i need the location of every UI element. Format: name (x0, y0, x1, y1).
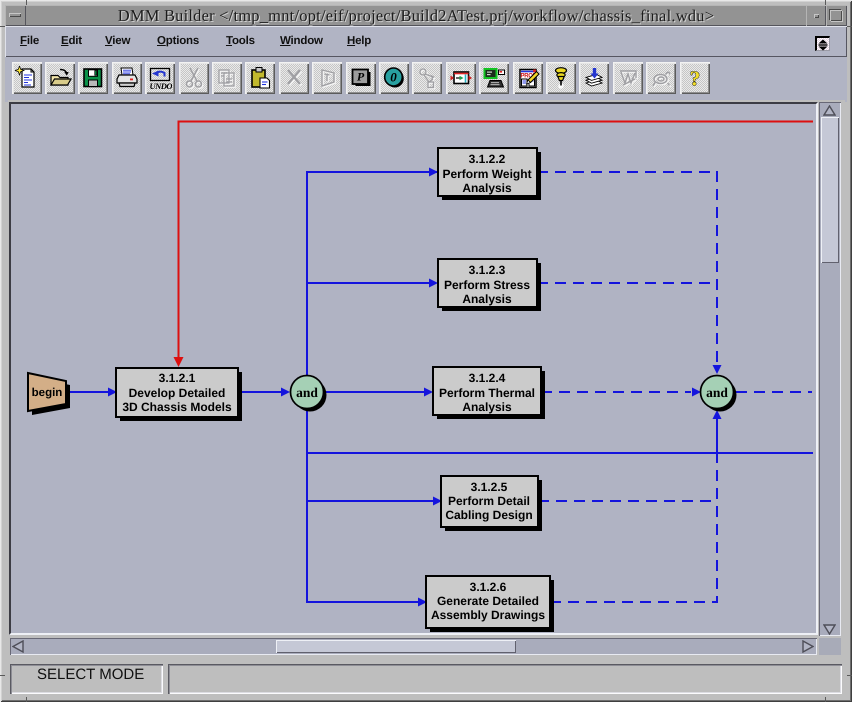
svg-text:Cabling Design: Cabling Design (445, 508, 532, 522)
svg-text:?: ? (690, 67, 701, 91)
svg-text:Perform Weight: Perform Weight (442, 167, 531, 181)
svg-text:UNDO: UNDO (150, 81, 173, 90)
svg-text:Assembly Drawings: Assembly Drawings (431, 608, 545, 622)
svg-text:3.1.2.6: 3.1.2.6 (470, 580, 507, 594)
svg-text:Analysis: Analysis (462, 292, 512, 306)
svg-text:3.1.2.2: 3.1.2.2 (469, 152, 506, 166)
svg-text:Develop Detailed: Develop Detailed (129, 386, 226, 400)
svg-text:begin: begin (32, 387, 63, 399)
svg-text:and: and (706, 385, 728, 400)
svg-text:0: 0 (390, 70, 397, 85)
svg-text:3.1.2.5: 3.1.2.5 (471, 480, 508, 494)
svg-text:Generate Detailed: Generate Detailed (437, 594, 539, 608)
svg-text:3D Chassis Models: 3D Chassis Models (122, 400, 232, 414)
svg-text:Perform Stress: Perform Stress (444, 278, 530, 292)
svg-text:Perform Detail: Perform Detail (448, 494, 530, 508)
svg-text:P: P (357, 70, 365, 84)
svg-text:3.1.2.3: 3.1.2.3 (469, 263, 506, 277)
svg-text:3.1.2.4: 3.1.2.4 (469, 371, 506, 385)
svg-text:Analysis: Analysis (462, 400, 512, 414)
svg-text:3.1.2.1: 3.1.2.1 (159, 371, 196, 385)
svg-text:and: and (296, 385, 318, 400)
svg-text:Analysis: Analysis (462, 181, 512, 195)
svg-text:Perform Thermal: Perform Thermal (439, 386, 535, 400)
